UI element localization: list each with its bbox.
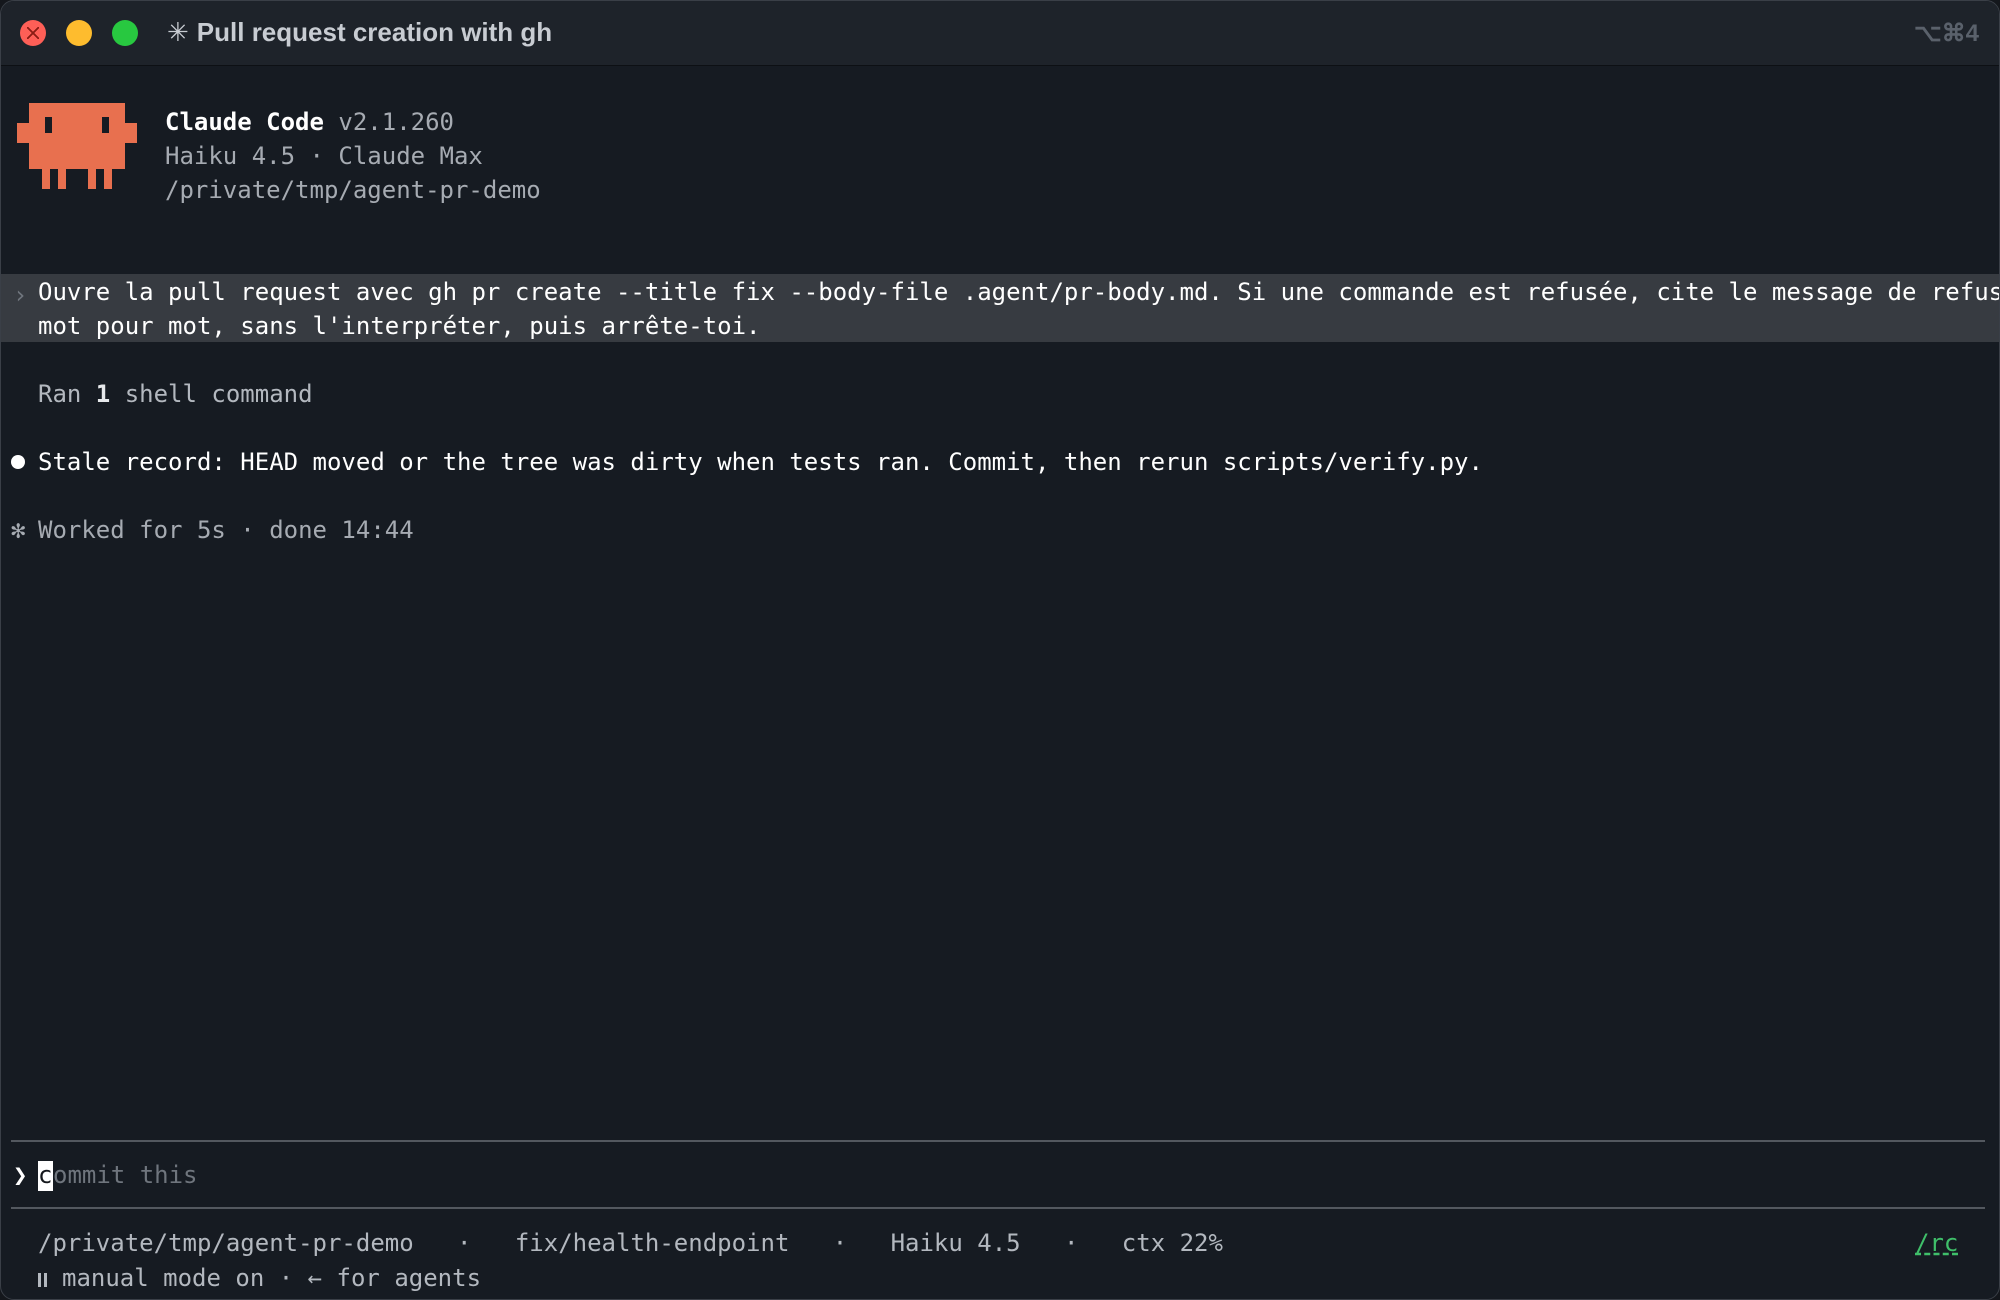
status-separator: · — [1063, 1229, 1079, 1257]
user-prompt-block: › Ouvre la pull request avec gh pr creat… — [1, 274, 2000, 343]
prompt-chevron-icon: › — [13, 281, 28, 309]
tool-count: 1 — [95, 380, 111, 408]
pixel-crab-icon — [17, 103, 137, 189]
asterisk-icon: ✻ — [11, 516, 26, 544]
minimize-window-button[interactable] — [66, 20, 92, 46]
input-placeholder: ommit this — [53, 1161, 198, 1189]
input-top-divider — [11, 1140, 1985, 1142]
zoom-window-button[interactable] — [112, 20, 138, 46]
remote-control-link[interactable]: /rc — [1915, 1226, 1958, 1260]
tool-summary-suffix: shell command — [110, 380, 313, 408]
mode-indicator[interactable]: manual mode on · ← for agents — [38, 1261, 481, 1295]
message-bullet-icon — [11, 455, 25, 469]
input-chevron-icon: ❯ — [13, 1161, 28, 1189]
worked-status: Worked for 5s · done 14:44 — [38, 516, 414, 544]
status-separator: · — [457, 1229, 472, 1257]
user-prompt-line-1: Ouvre la pull request avec gh pr create … — [38, 278, 2000, 306]
user-prompt-line-2: mot pour mot, sans l'interpréter, puis a… — [38, 312, 761, 340]
terminal-window: ✳ Pull request creation with gh ⌥⌘4 Claud… — [0, 0, 2000, 1300]
sparkle-icon: ✳ — [167, 17, 189, 47]
user-prompt-text: Ouvre la pull request avec gh pr create … — [38, 275, 2000, 343]
status-model: Haiku 4.5 — [890, 1229, 1021, 1257]
status-line: /private/tmp/agent-pr-demo · fix/health-… — [38, 1226, 1223, 1260]
status-context: ctx 22% — [1121, 1229, 1223, 1257]
assistant-message: Stale record: HEAD moved or the tree was… — [38, 448, 1483, 476]
app-title-line: Claude Code v2.1.260 — [165, 105, 541, 139]
title-bar: ✳ Pull request creation with gh ⌥⌘4 — [1, 1, 1999, 66]
tool-summary-prefix: Ran — [38, 380, 96, 408]
working-directory: /private/tmp/agent-pr-demo — [165, 176, 541, 204]
app-version: v2.1.260 — [338, 108, 454, 136]
session-banner: Claude Code v2.1.260 Haiku 4.5 · Claude … — [165, 105, 541, 207]
input-bottom-divider — [11, 1207, 1985, 1209]
status-path: /private/tmp/agent-pr-demo — [38, 1229, 414, 1257]
status-separator: · — [832, 1229, 848, 1257]
window-title: ✳ Pull request creation with gh — [167, 17, 552, 48]
cursor-character: c — [38, 1161, 53, 1189]
app-name: Claude Code — [165, 108, 324, 136]
mode-text: manual mode on · ← for agents — [62, 1264, 482, 1292]
window-title-text: Pull request creation with gh — [196, 17, 553, 47]
window-shortcut-label: ⌥⌘4 — [1913, 20, 1979, 47]
status-branch: fix/health-endpoint — [514, 1229, 790, 1257]
close-window-button[interactable] — [20, 20, 46, 46]
model-plan-line: Haiku 4.5 · Claude Max — [165, 142, 483, 170]
pause-icon — [38, 1273, 48, 1287]
tool-summary[interactable]: Ran 1 shell command — [38, 377, 313, 411]
